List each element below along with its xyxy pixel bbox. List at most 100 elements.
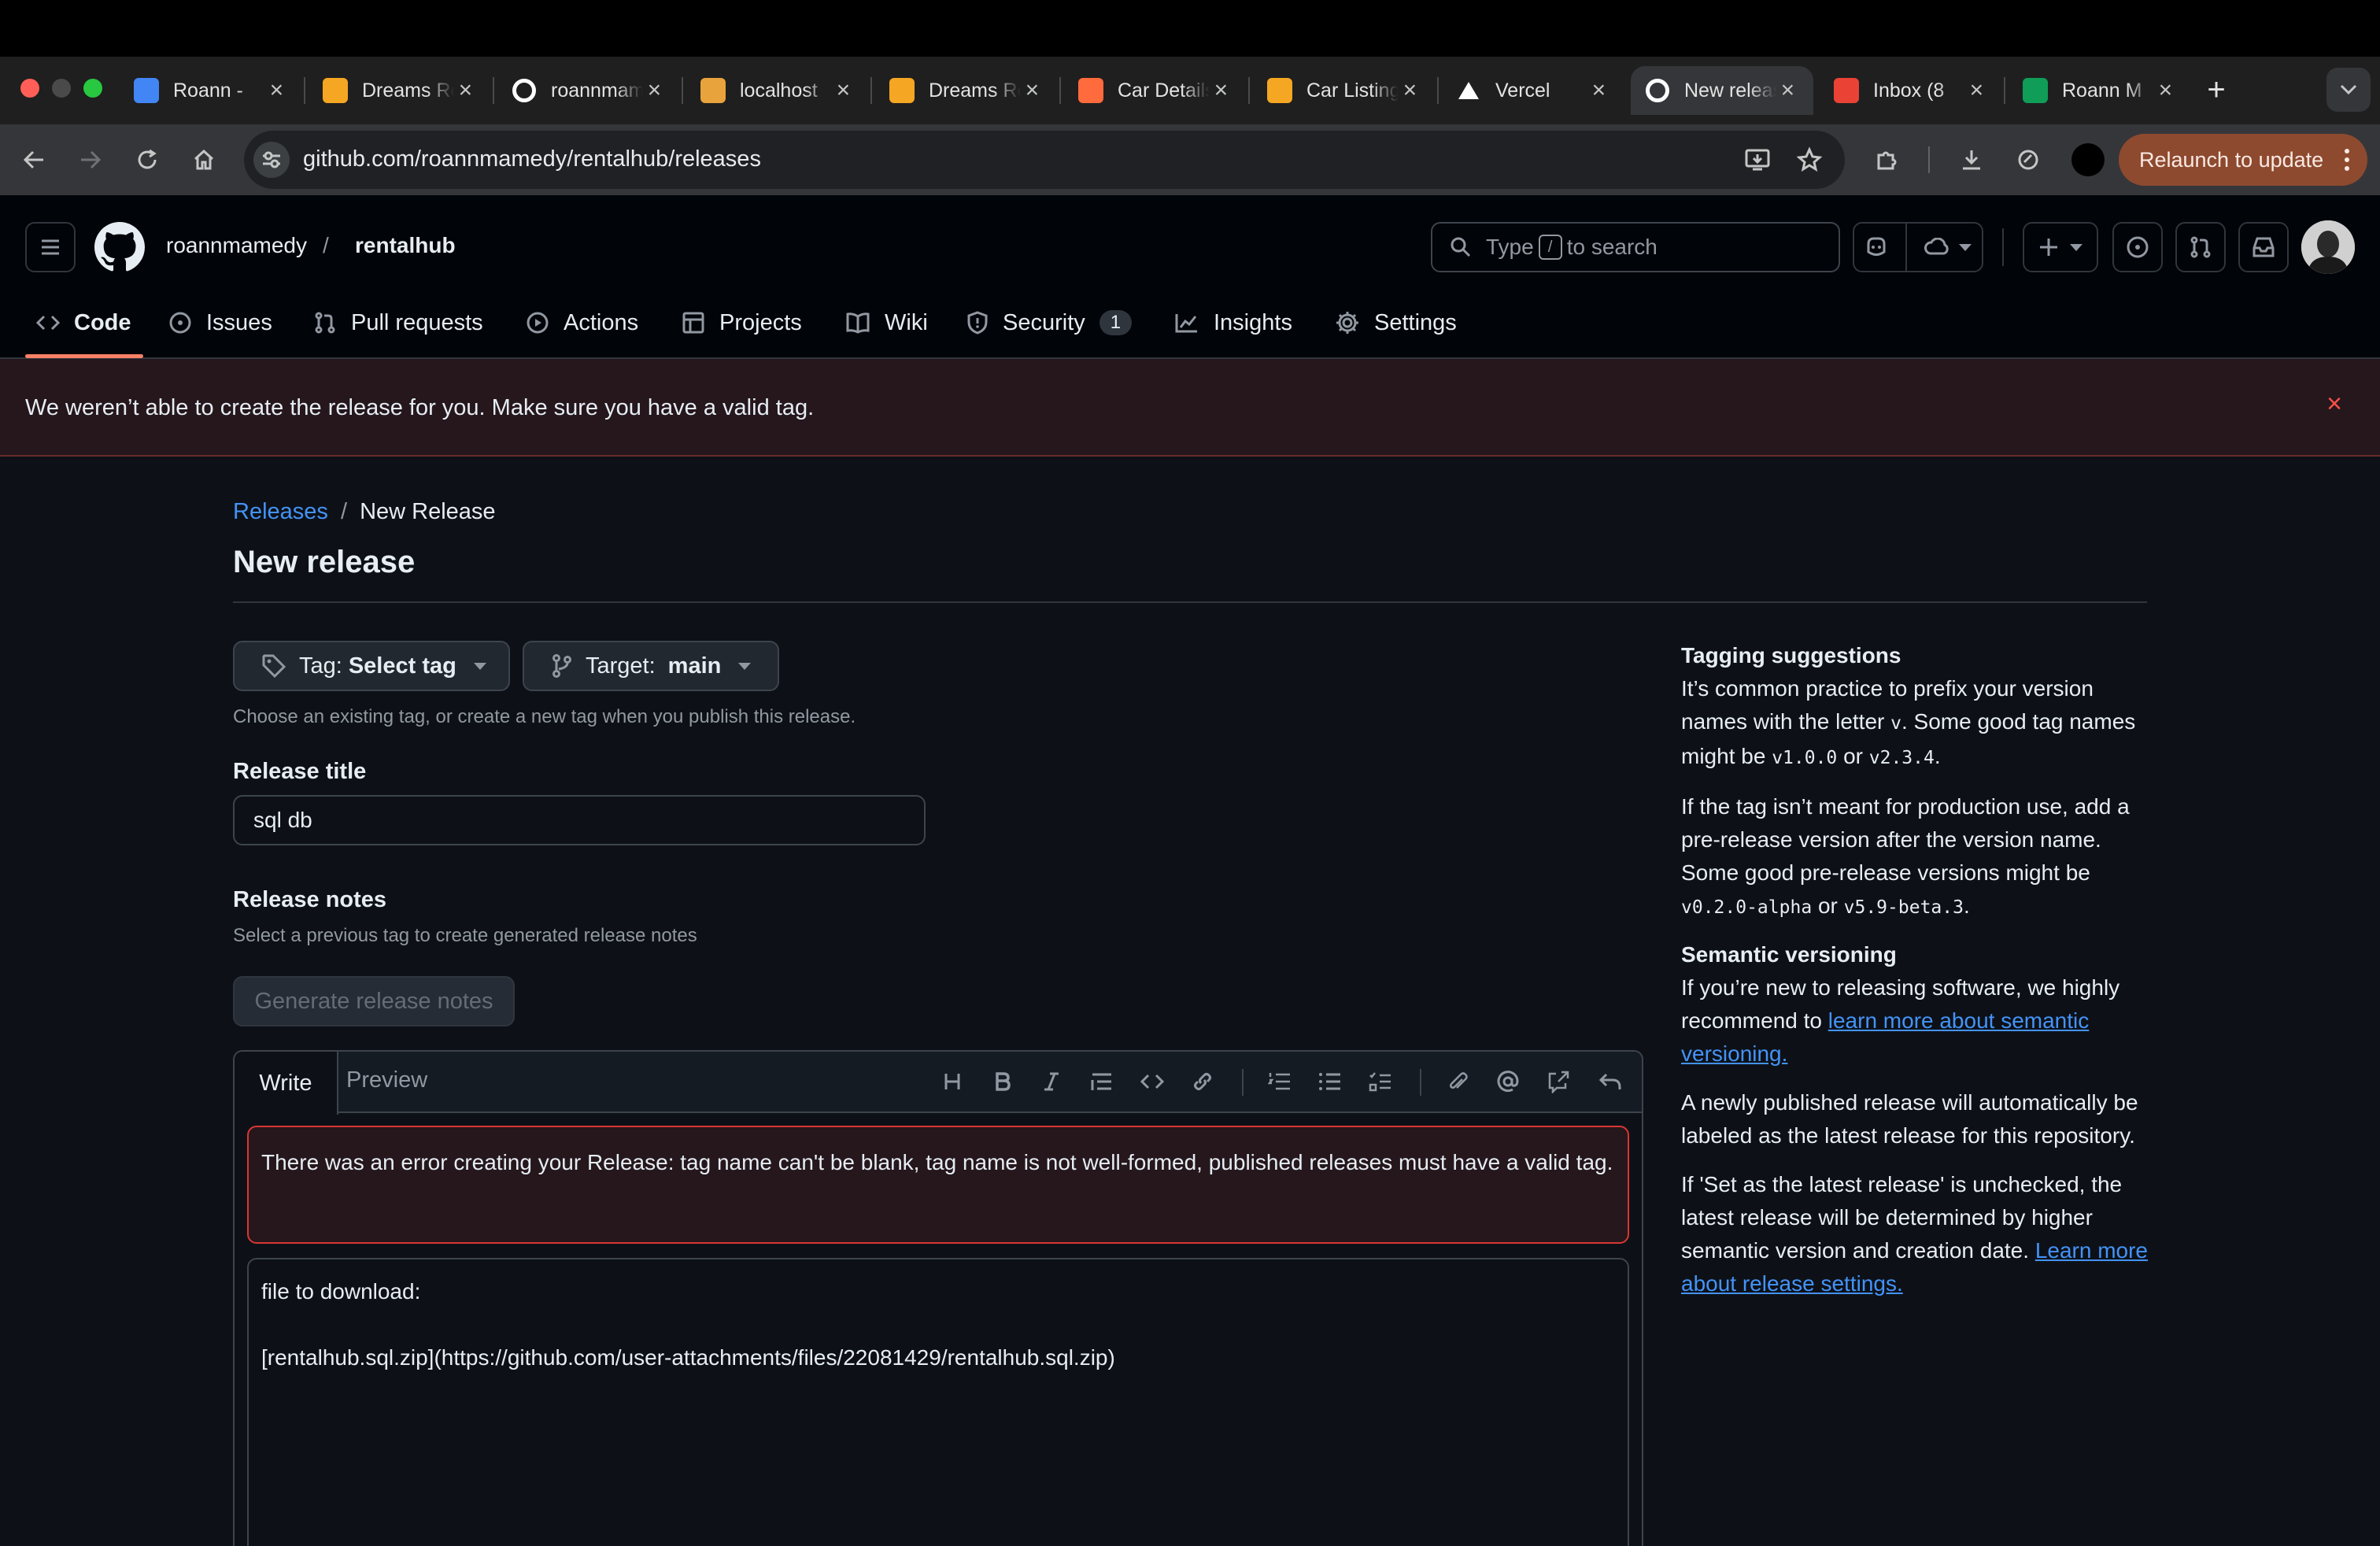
- task-list-button[interactable]: [1362, 1063, 1399, 1100]
- browser-tab[interactable]: Vercel ×: [1442, 66, 1624, 115]
- search-input[interactable]: Type / to search: [1431, 222, 1840, 272]
- close-tab-icon[interactable]: ×: [643, 77, 666, 104]
- search-placeholder-prefix: Type: [1486, 235, 1534, 259]
- speedometer-icon: [2018, 150, 2038, 170]
- flash-error-message: We weren’t able to create the release fo…: [25, 395, 815, 420]
- tab-settings[interactable]: Settings: [1335, 305, 1457, 340]
- close-tab-icon[interactable]: ×: [454, 77, 477, 104]
- browser-tab[interactable]: roannmamedy×: [497, 66, 680, 115]
- reference-button[interactable]: [1539, 1063, 1577, 1100]
- git-pull-request-icon: [2190, 236, 2211, 258]
- generate-release-notes-button[interactable]: Generate release notes: [233, 976, 515, 1026]
- browser-tab[interactable]: Car Details ×: [1064, 66, 1247, 115]
- tab-security-label: Security: [1003, 309, 1085, 335]
- tab-preview[interactable]: Preview: [346, 1067, 427, 1093]
- pull-requests-shortcut-button[interactable]: [2175, 222, 2226, 272]
- unordered-list-button[interactable]: [1311, 1063, 1349, 1100]
- close-tab-icon[interactable]: ×: [832, 77, 855, 104]
- tab-actions[interactable]: Actions: [526, 305, 638, 340]
- release-notes-textarea[interactable]: file to download: [rentalhub.sql.zip](ht…: [247, 1258, 1629, 1546]
- table-icon: [682, 312, 704, 334]
- tab-issues[interactable]: Issues: [168, 305, 272, 340]
- issues-shortcut-button[interactable]: [2112, 222, 2163, 272]
- heading-button[interactable]: [933, 1063, 971, 1100]
- github-logo-icon[interactable]: [94, 222, 145, 272]
- header-divider: [2002, 228, 2004, 266]
- url-text[interactable]: github.com/roannmamedy/rentalhub/release…: [303, 146, 761, 172]
- browser-tab[interactable]: localhost ×: [686, 66, 869, 115]
- relaunch-button[interactable]: Relaunch to update: [2119, 134, 2367, 186]
- tab-projects[interactable]: Projects: [682, 305, 802, 340]
- downloads-button[interactable]: [1952, 140, 1991, 179]
- undo-button[interactable]: [1591, 1063, 1629, 1100]
- tab-insights[interactable]: Insights: [1174, 305, 1292, 340]
- install-app-button[interactable]: [1738, 140, 1777, 179]
- tab-search-button[interactable]: [2326, 68, 2371, 112]
- tab-security[interactable]: Security 1: [966, 305, 1133, 340]
- repo-name-link[interactable]: rentalhub: [355, 233, 456, 258]
- close-tab-icon[interactable]: ×: [1776, 77, 1799, 104]
- browser-tab[interactable]: Dreams Rent×: [875, 66, 1058, 115]
- italic-button[interactable]: [1033, 1063, 1070, 1100]
- browser-tab-title: Roann M: [2062, 79, 2142, 102]
- release-title-input[interactable]: sql db: [233, 795, 926, 845]
- forward-button[interactable]: [71, 140, 110, 179]
- browser-tab-title: New release: [1684, 79, 1776, 102]
- home-button[interactable]: [184, 140, 224, 179]
- mention-button[interactable]: [1489, 1063, 1527, 1100]
- link-button[interactable]: [1184, 1063, 1221, 1100]
- create-new-button[interactable]: [2023, 222, 2098, 272]
- issue-opened-icon: [2127, 236, 2149, 258]
- profile-avatar[interactable]: [2071, 143, 2105, 176]
- ordered-list-button[interactable]: [1261, 1063, 1299, 1100]
- attach-file-button[interactable]: [1439, 1063, 1476, 1100]
- zoom-window-button[interactable]: [83, 79, 102, 98]
- new-tab-icon[interactable]: +: [2201, 74, 2232, 105]
- close-tab-icon[interactable]: ×: [265, 77, 288, 104]
- tab-code[interactable]: Code: [36, 305, 131, 340]
- breadcrumb: Releases / New Release: [233, 499, 496, 525]
- tab-write[interactable]: Write: [235, 1052, 338, 1115]
- close-icon[interactable]: ×: [2319, 389, 2350, 420]
- close-tab-icon[interactable]: ×: [1587, 77, 1610, 104]
- close-tab-icon[interactable]: ×: [1399, 77, 1421, 104]
- close-tab-icon[interactable]: ×: [1965, 77, 1988, 104]
- user-avatar[interactable]: [2301, 220, 2355, 274]
- dreams-icon: [1267, 78, 1292, 103]
- copilot-button[interactable]: [1853, 222, 1983, 272]
- tab-wiki[interactable]: Wiki: [845, 305, 928, 340]
- close-tab-icon[interactable]: ×: [2154, 77, 2177, 104]
- bold-icon: [996, 1072, 1011, 1091]
- close-tab-icon[interactable]: ×: [1210, 77, 1232, 104]
- minimize-window-button[interactable]: [52, 79, 71, 98]
- browser-tab[interactable]: Roann - ×: [120, 66, 302, 115]
- code-button[interactable]: [1133, 1063, 1171, 1100]
- browser-tab-title: roannmamedy: [551, 79, 643, 102]
- home-icon: [194, 149, 214, 170]
- bold-button[interactable]: [984, 1063, 1022, 1100]
- back-button[interactable]: [14, 140, 54, 179]
- extensions-button[interactable]: [1867, 140, 1906, 179]
- browser-tab[interactable]: Car Listing ×: [1253, 66, 1436, 115]
- bookmark-button[interactable]: [1790, 140, 1829, 179]
- tag-select-button[interactable]: Tag: Select tag: [233, 641, 510, 691]
- browser-tab[interactable]: New release×: [1631, 66, 1813, 115]
- browser-tab[interactable]: Roann M ×: [2009, 66, 2191, 115]
- site-info-button[interactable]: [253, 142, 290, 178]
- arrow-left-icon: [23, 150, 43, 169]
- tab-pull-requests[interactable]: Pull requests: [313, 305, 483, 340]
- reload-button[interactable]: [128, 140, 167, 179]
- inbox-button[interactable]: [2238, 222, 2289, 272]
- open-global-nav-button[interactable]: [25, 222, 76, 272]
- close-window-button[interactable]: [20, 79, 39, 98]
- quote-button[interactable]: [1083, 1063, 1121, 1100]
- browser-tab[interactable]: Inbox (8 ×: [1820, 66, 2002, 115]
- breadcrumb-releases-link[interactable]: Releases: [233, 499, 328, 524]
- close-tab-icon[interactable]: ×: [1021, 77, 1044, 104]
- target-branch-button[interactable]: Target: main: [523, 641, 779, 691]
- search-icon: [1451, 237, 1471, 257]
- repo-owner-link[interactable]: roannmamedy: [166, 233, 307, 258]
- performance-button[interactable]: [2009, 140, 2048, 179]
- tab-wiki-label: Wiki: [885, 309, 928, 335]
- browser-tab[interactable]: Dreams Rent×: [309, 66, 491, 115]
